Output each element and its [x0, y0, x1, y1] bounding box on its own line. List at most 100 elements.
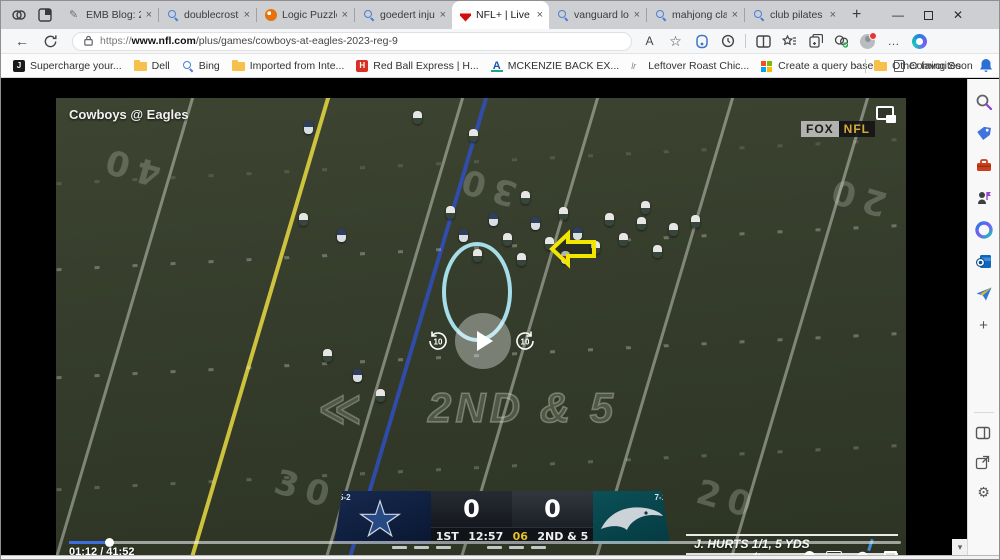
tab-close-icon[interactable]: ×	[830, 9, 836, 21]
tab-actions-icon[interactable]	[37, 7, 53, 23]
search-icon	[655, 9, 667, 21]
collections-icon[interactable]	[807, 33, 824, 50]
home-score: 0	[512, 491, 593, 527]
bookmarks-bar: J Supercharge your... Dell Bing Imported fro…	[1, 54, 999, 78]
tab-close-icon[interactable]: ×	[146, 9, 152, 21]
bookmark-bing[interactable]: Bing	[182, 60, 220, 72]
safety-check-icon[interactable]	[833, 33, 850, 50]
back-button[interactable]: ←	[15, 33, 29, 49]
tab-close-icon[interactable]: ×	[342, 9, 348, 21]
workspaces-icon[interactable]	[11, 7, 27, 23]
down-distance-chevrons: ≪	[317, 384, 362, 433]
sidebar-sidebar-panel-icon[interactable]	[975, 425, 993, 443]
history-icon[interactable]	[719, 33, 736, 50]
forward-10-button[interactable]: 10	[514, 330, 536, 352]
bookmark-dell[interactable]: Dell	[133, 60, 170, 72]
sidebar-shopping-icon[interactable]	[975, 125, 993, 143]
sidebar-outlook-icon[interactable]	[975, 253, 993, 271]
lock-icon[interactable]	[83, 35, 94, 47]
seek-bar[interactable]	[69, 538, 901, 547]
bookmark-red-ball-express-h[interactable]: H Red Ball Express | H...	[356, 59, 479, 72]
tab-title: doublecrostic	[184, 9, 239, 21]
sidebar-settings-icon[interactable]: ⚙	[977, 485, 990, 501]
bookmark-mckenzie-back-ex[interactable]: A MCKENZIE BACK EX...	[490, 60, 619, 72]
tab-close-icon[interactable]: ×	[440, 9, 446, 21]
notification-bell-icon[interactable]	[979, 58, 993, 74]
tab-title: EMB Blog: 202	[86, 9, 141, 21]
player-marker	[304, 121, 313, 134]
tab-doublecrostic[interactable]: doublecrostic ×	[159, 1, 256, 29]
scrollbar-down-arrow[interactable]: ▾	[952, 539, 968, 556]
sidebar-tools-icon[interactable]	[975, 157, 993, 175]
video-title: Cowboys @ Eagles	[69, 107, 189, 122]
settings-more-icon[interactable]: …	[885, 33, 902, 50]
player-marker	[503, 233, 512, 246]
tab-list: ✎EMB Blog: 202×doublecrostic×Logic Puzzl…	[61, 1, 842, 29]
sidebar-search-icon[interactable]	[975, 93, 993, 111]
sidebar-add-button[interactable]: +	[979, 317, 988, 334]
other-favorites-button[interactable]: Other favorites	[874, 60, 961, 72]
search-icon	[363, 9, 375, 21]
url-path: /plus/games/cowboys-at-eagles-2023-reg-9	[195, 35, 398, 47]
player-marker	[619, 233, 628, 246]
player-marker	[605, 213, 614, 226]
tab-club-pilates-co[interactable]: club pilates co ×	[745, 1, 842, 29]
tab-mahjong-classi[interactable]: mahjong classi ×	[647, 1, 744, 29]
sidebar-games-icon[interactable]	[975, 189, 993, 207]
sidebar-drop-icon[interactable]	[975, 285, 993, 303]
copilot-icon[interactable]	[911, 33, 928, 50]
script-icon: lr	[631, 60, 637, 71]
player-marker	[376, 389, 385, 402]
tab-goedert-injury[interactable]: goedert injury ×	[355, 1, 452, 29]
player-marker	[517, 253, 526, 266]
tab-close-icon[interactable]: ×	[537, 9, 543, 21]
sidebar-open-external-icon[interactable]	[975, 455, 993, 473]
refresh-button[interactable]	[43, 34, 58, 49]
bookmark-leftover-roast-chic[interactable]: lr Leftover Roast Chic...	[631, 60, 749, 72]
tab-vanguard-logi[interactable]: vanguard logi ×	[549, 1, 646, 29]
tab-logic-puzzles-[interactable]: Logic Puzzles | ×	[257, 1, 354, 29]
search-icon	[753, 9, 765, 21]
player-marker	[641, 201, 650, 214]
edge-sidebar: + ⚙	[967, 79, 999, 557]
minimize-button[interactable]: —	[883, 1, 913, 29]
tab-close-icon[interactable]: ×	[732, 9, 738, 21]
j-black-icon: J	[13, 59, 25, 72]
browser-essentials-icon[interactable]	[693, 33, 710, 50]
bookmarks-overflow-button[interactable]: ›	[853, 59, 857, 73]
tab-title: club pilates co	[770, 9, 825, 21]
tab-nfl-live-ga[interactable]: NFL+ | Live Ga ×	[452, 1, 549, 29]
address-bar[interactable]: https://www.nfl.com/plus/games/cowboys-a…	[72, 31, 632, 51]
ticker-text: J. HURTS 1/1, 5 YDS	[694, 537, 810, 551]
sidebar-image-creator-icon[interactable]	[974, 221, 993, 239]
maximize-button[interactable]	[913, 1, 943, 29]
rewind-10-button[interactable]: 10	[427, 330, 449, 352]
ms-logo-icon	[761, 60, 773, 72]
read-aloud-icon[interactable]: A	[641, 33, 658, 50]
profile-avatar[interactable]	[859, 31, 877, 50]
bookmark-imported-from-inte[interactable]: Imported from Inte...	[231, 60, 344, 72]
bookmark-label: Leftover Roast Chic...	[648, 59, 750, 72]
folder-icon	[231, 60, 245, 71]
new-tab-button[interactable]: +	[852, 6, 861, 24]
nfl-shield-icon	[460, 8, 471, 22]
scoreboard-home-team: 7-1	[593, 491, 670, 544]
tab-close-icon[interactable]: ×	[244, 9, 250, 21]
split-screen-icon[interactable]	[755, 33, 772, 50]
close-button[interactable]: ✕	[943, 1, 973, 29]
video-player[interactable]: 40 30 20 30 20 ≪ 2ND & 5 Cowboys @ Eagle…	[56, 98, 906, 557]
favorite-star-icon[interactable]: ☆	[667, 33, 684, 50]
svg-text:10: 10	[434, 338, 443, 347]
player-marker	[531, 217, 540, 230]
bookmark-supercharge-your[interactable]: J Supercharge your...	[13, 59, 122, 72]
browser-window: ✎EMB Blog: 202×doublecrostic×Logic Puzzl…	[0, 0, 1000, 560]
favorites-hub-icon[interactable]	[781, 33, 798, 50]
player-marker	[413, 111, 422, 124]
tab-close-icon[interactable]: ×	[634, 9, 640, 21]
picture-in-picture-icon[interactable]	[876, 106, 896, 123]
svg-text:10: 10	[521, 338, 530, 347]
play-button[interactable]	[455, 313, 511, 369]
player-marker	[637, 217, 646, 230]
broadcast-watermark: FOX NFL	[801, 121, 875, 137]
tab-emb-blog-202[interactable]: ✎ EMB Blog: 202 ×	[61, 1, 158, 29]
